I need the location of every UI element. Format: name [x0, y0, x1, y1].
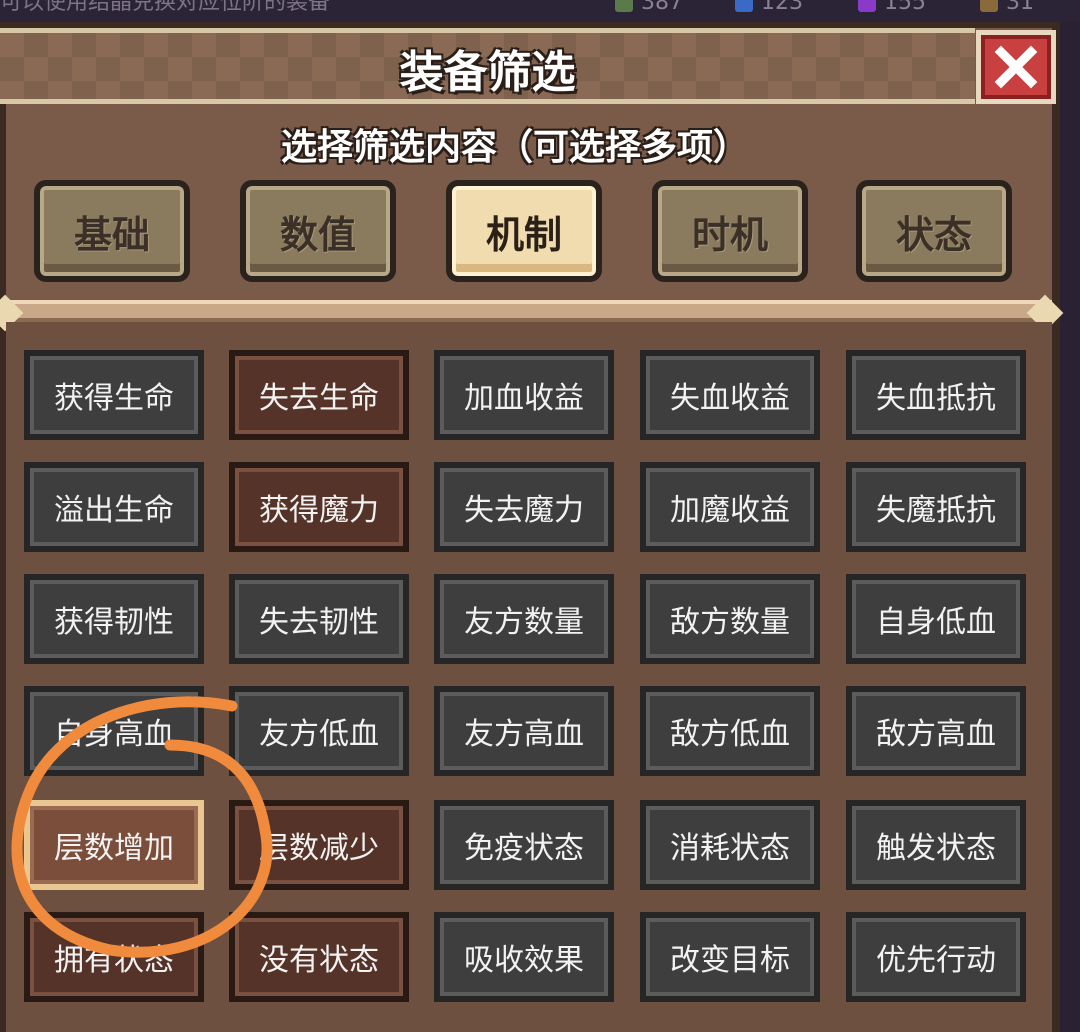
filter-option[interactable]: 获得魔力	[229, 462, 409, 552]
filter-option[interactable]: 优先行动	[846, 912, 1026, 1002]
tab-mechanics[interactable]: 机制	[446, 180, 602, 282]
filter-option[interactable]: 失魔抵抗	[846, 462, 1026, 552]
filter-option[interactable]: 失去生命	[229, 350, 409, 440]
resource-value: 31	[1006, 0, 1034, 15]
filter-instructions: 选择筛选内容（可选择多项）	[280, 127, 749, 168]
tab-timing[interactable]: 时机	[652, 180, 808, 282]
filter-option[interactable]: 失血抵抗	[846, 350, 1026, 440]
resource-counter: 387	[615, 0, 683, 15]
resource-value: 155	[884, 0, 926, 15]
hint-text: 可以使用结晶兑换对应位阶的装备	[0, 0, 331, 15]
filter-option[interactable]: 友方高血	[434, 686, 614, 776]
filter-option[interactable]: 失血收益	[640, 350, 820, 440]
filter-option[interactable]: 失去韧性	[229, 574, 409, 664]
section-divider	[6, 300, 1052, 322]
filter-option[interactable]: 自身高血	[24, 686, 204, 776]
filter-option[interactable]: 层数减少	[229, 800, 409, 890]
resource-value: 387	[641, 0, 683, 15]
close-button[interactable]	[976, 30, 1056, 104]
resource-value: 123	[761, 0, 803, 15]
filter-option[interactable]: 敌方数量	[640, 574, 820, 664]
filter-option[interactable]: 吸收效果	[434, 912, 614, 1002]
filter-option[interactable]: 加血收益	[434, 350, 614, 440]
green-crystal-icon	[615, 0, 633, 12]
filter-option[interactable]: 获得生命	[24, 350, 204, 440]
filter-option[interactable]: 消耗状态	[640, 800, 820, 890]
purple-crystal-icon	[858, 0, 876, 12]
filter-option[interactable]: 敌方低血	[640, 686, 820, 776]
filter-option[interactable]: 没有状态	[229, 912, 409, 1002]
filter-option[interactable]: 触发状态	[846, 800, 1026, 890]
filter-option[interactable]: 获得韧性	[24, 574, 204, 664]
tab-values[interactable]: 数值	[240, 180, 396, 282]
page-title: 装备筛选	[399, 47, 576, 98]
blue-crystal-icon	[735, 0, 753, 12]
resource-counter: 155	[858, 0, 926, 15]
filter-option[interactable]: 拥有状态	[24, 912, 204, 1002]
filter-option[interactable]: 失去魔力	[434, 462, 614, 552]
filter-option[interactable]: 敌方高血	[846, 686, 1026, 776]
filter-option[interactable]: 加魔收益	[640, 462, 820, 552]
gold-crystal-icon	[980, 0, 998, 12]
filter-option[interactable]: 免疫状态	[434, 800, 614, 890]
filter-option[interactable]: 自身低血	[846, 574, 1026, 664]
resource-counter: 123	[735, 0, 803, 15]
tab-status[interactable]: 状态	[856, 180, 1012, 282]
close-icon	[994, 45, 1038, 89]
filter-option[interactable]: 友方低血	[229, 686, 409, 776]
filter-option[interactable]: 溢出生命	[24, 462, 204, 552]
filter-option[interactable]: 改变目标	[640, 912, 820, 1002]
resource-counter: 31	[980, 0, 1034, 15]
filter-option-selected[interactable]: 层数增加	[24, 800, 204, 890]
top-status-bar: 可以使用结晶兑换对应位阶的装备 387 123 155 31	[0, 0, 1080, 22]
tab-basic[interactable]: 基础	[34, 180, 190, 282]
filter-option[interactable]: 友方数量	[434, 574, 614, 664]
